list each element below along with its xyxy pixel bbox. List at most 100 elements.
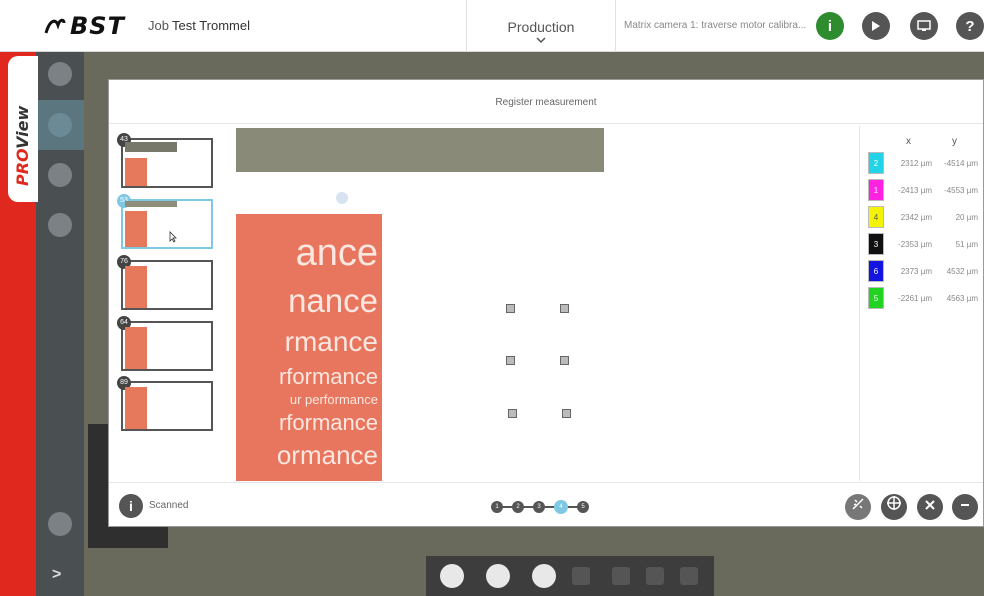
mode-dropdown[interactable]: Production — [466, 0, 616, 52]
crosshair-icon[interactable] — [881, 494, 907, 520]
y-value: 20 µm — [955, 213, 978, 222]
thumbnail[interactable]: 89 — [117, 376, 213, 431]
register-marker[interactable] — [506, 356, 515, 365]
color-swatch: 6 — [868, 260, 884, 282]
camera-icon[interactable] — [48, 62, 72, 86]
thumbnail-image — [125, 201, 177, 207]
y-value: -4553 µm — [944, 186, 978, 195]
bottom-toolbar — [426, 556, 714, 596]
color-swatch: 2 — [868, 152, 884, 174]
step-connector — [524, 506, 533, 508]
thumbnail-image — [125, 142, 177, 152]
delete-icon[interactable] — [646, 567, 664, 585]
x-column-header: x — [906, 136, 911, 147]
step-dot-active[interactable]: 4 — [554, 500, 568, 514]
auto-detect-icon[interactable] — [845, 494, 871, 520]
mouse-cursor-icon — [169, 231, 177, 243]
poster-text: rmance — [284, 326, 378, 357]
status-message[interactable]: Matrix camera 1: traverse motor calibra.… — [624, 20, 809, 31]
edit-icon[interactable] — [612, 567, 630, 585]
dialog-footer: i Scanned 1 2 3 4 5 — [109, 482, 983, 528]
coordinate-row: 5 -2261 µm 4563 µm — [868, 287, 978, 309]
color-swatch: 3 — [868, 233, 884, 255]
x-value: 2373 µm — [900, 267, 932, 276]
thumbnail-image — [125, 158, 147, 186]
x-value: -2353 µm — [898, 240, 932, 249]
thumbnail-image — [125, 387, 147, 429]
select-icon[interactable] — [572, 567, 590, 585]
thumbnail[interactable]: 43 — [117, 133, 213, 188]
chevron-right-icon[interactable]: > — [52, 566, 61, 584]
brand-name: BST — [70, 12, 125, 40]
y-value: 4563 µm — [946, 294, 978, 303]
register-marker[interactable] — [560, 356, 569, 365]
poster-text: ur performance — [289, 392, 378, 407]
register-marker[interactable] — [506, 304, 515, 313]
top-bar: BST Job Test Trommel Production Matrix ca… — [0, 0, 984, 52]
scan-status: Scanned — [149, 500, 189, 511]
help-icon[interactable]: ? — [956, 12, 984, 40]
thumbnail-image — [125, 327, 147, 369]
thumbnail-selected[interactable]: 53 — [117, 194, 213, 249]
x-value: 2312 µm — [900, 159, 932, 168]
poster-image: ance nance rmance rformance ur performan… — [236, 214, 382, 481]
coordinates-panel: x y 2 2312 µm -4514 µm 1 -2413 µm -4553 … — [859, 126, 983, 481]
poster-text: nance — [288, 282, 378, 319]
camera-image[interactable]: ance nance rmance rformance ur performan… — [236, 126, 966, 481]
color-swatch: 1 — [868, 179, 884, 201]
play-icon[interactable] — [862, 12, 890, 40]
settings-sliders-icon[interactable] — [48, 213, 72, 237]
screen-icon[interactable] — [910, 12, 938, 40]
display-icon[interactable] — [532, 564, 556, 588]
x-value: 2342 µm — [900, 213, 932, 222]
thumbnail[interactable]: 64 — [117, 316, 213, 371]
coordinate-row: 6 2373 µm 4532 µm — [868, 260, 978, 282]
x-value: -2413 µm — [898, 186, 932, 195]
step-dot[interactable]: 3 — [533, 501, 545, 513]
monitor-icon[interactable] — [48, 512, 72, 536]
image-strip — [236, 128, 604, 172]
color-swatch: 5 — [868, 287, 884, 309]
register-marker[interactable] — [560, 304, 569, 313]
poster-text: rformance — [278, 364, 378, 389]
bst-logo-icon — [44, 18, 66, 34]
register-marker[interactable] — [508, 409, 517, 418]
register-icon[interactable] — [48, 113, 72, 137]
dialog-header: Register measurement — [109, 80, 983, 124]
step-indicator: 1 2 3 4 5 — [491, 500, 589, 514]
y-column-header: y — [952, 136, 957, 147]
tool-icon[interactable] — [680, 567, 698, 585]
coordinate-row: 2 2312 µm -4514 µm — [868, 152, 978, 174]
minimize-icon[interactable] — [952, 494, 978, 520]
dialog-title: Register measurement — [495, 97, 597, 108]
adjust-icon[interactable] — [486, 564, 510, 588]
image-artifact — [336, 192, 348, 204]
color-swatch: 4 — [868, 206, 884, 228]
step-connector — [568, 506, 577, 508]
y-value: -4514 µm — [944, 159, 978, 168]
thumbnail-list: 43 53 76 64 89 — [111, 126, 235, 481]
bst-logo: BST — [44, 12, 125, 40]
thumbnail[interactable]: 76 — [117, 255, 213, 310]
thumbnail-image — [125, 266, 147, 308]
step-dot[interactable]: 5 — [577, 501, 589, 513]
coordinate-row: 4 2342 µm 20 µm — [868, 206, 978, 228]
y-value: 51 µm — [955, 240, 978, 249]
coordinate-row: 1 -2413 µm -4553 µm — [868, 179, 978, 201]
register-marker[interactable] — [562, 409, 571, 418]
proview-label: PROView — [13, 105, 32, 186]
mode-label: Production — [507, 19, 575, 35]
step-dot[interactable]: 2 — [512, 501, 524, 513]
status-info-icon[interactable]: i — [816, 12, 844, 40]
step-dot[interactable]: 1 — [491, 501, 503, 513]
contrast-icon[interactable] — [48, 163, 72, 187]
close-icon[interactable] — [917, 494, 943, 520]
job-title: Job Test Trommel — [148, 18, 250, 33]
y-value: 4532 µm — [946, 267, 978, 276]
step-connector — [545, 506, 554, 508]
info-icon[interactable]: i — [119, 494, 143, 518]
register-measurement-dialog: Register measurement 43 53 76 64 89 ance… — [108, 79, 984, 527]
step-connector — [503, 506, 512, 508]
palette-icon[interactable] — [440, 564, 464, 588]
poster-text: ance — [295, 232, 378, 274]
